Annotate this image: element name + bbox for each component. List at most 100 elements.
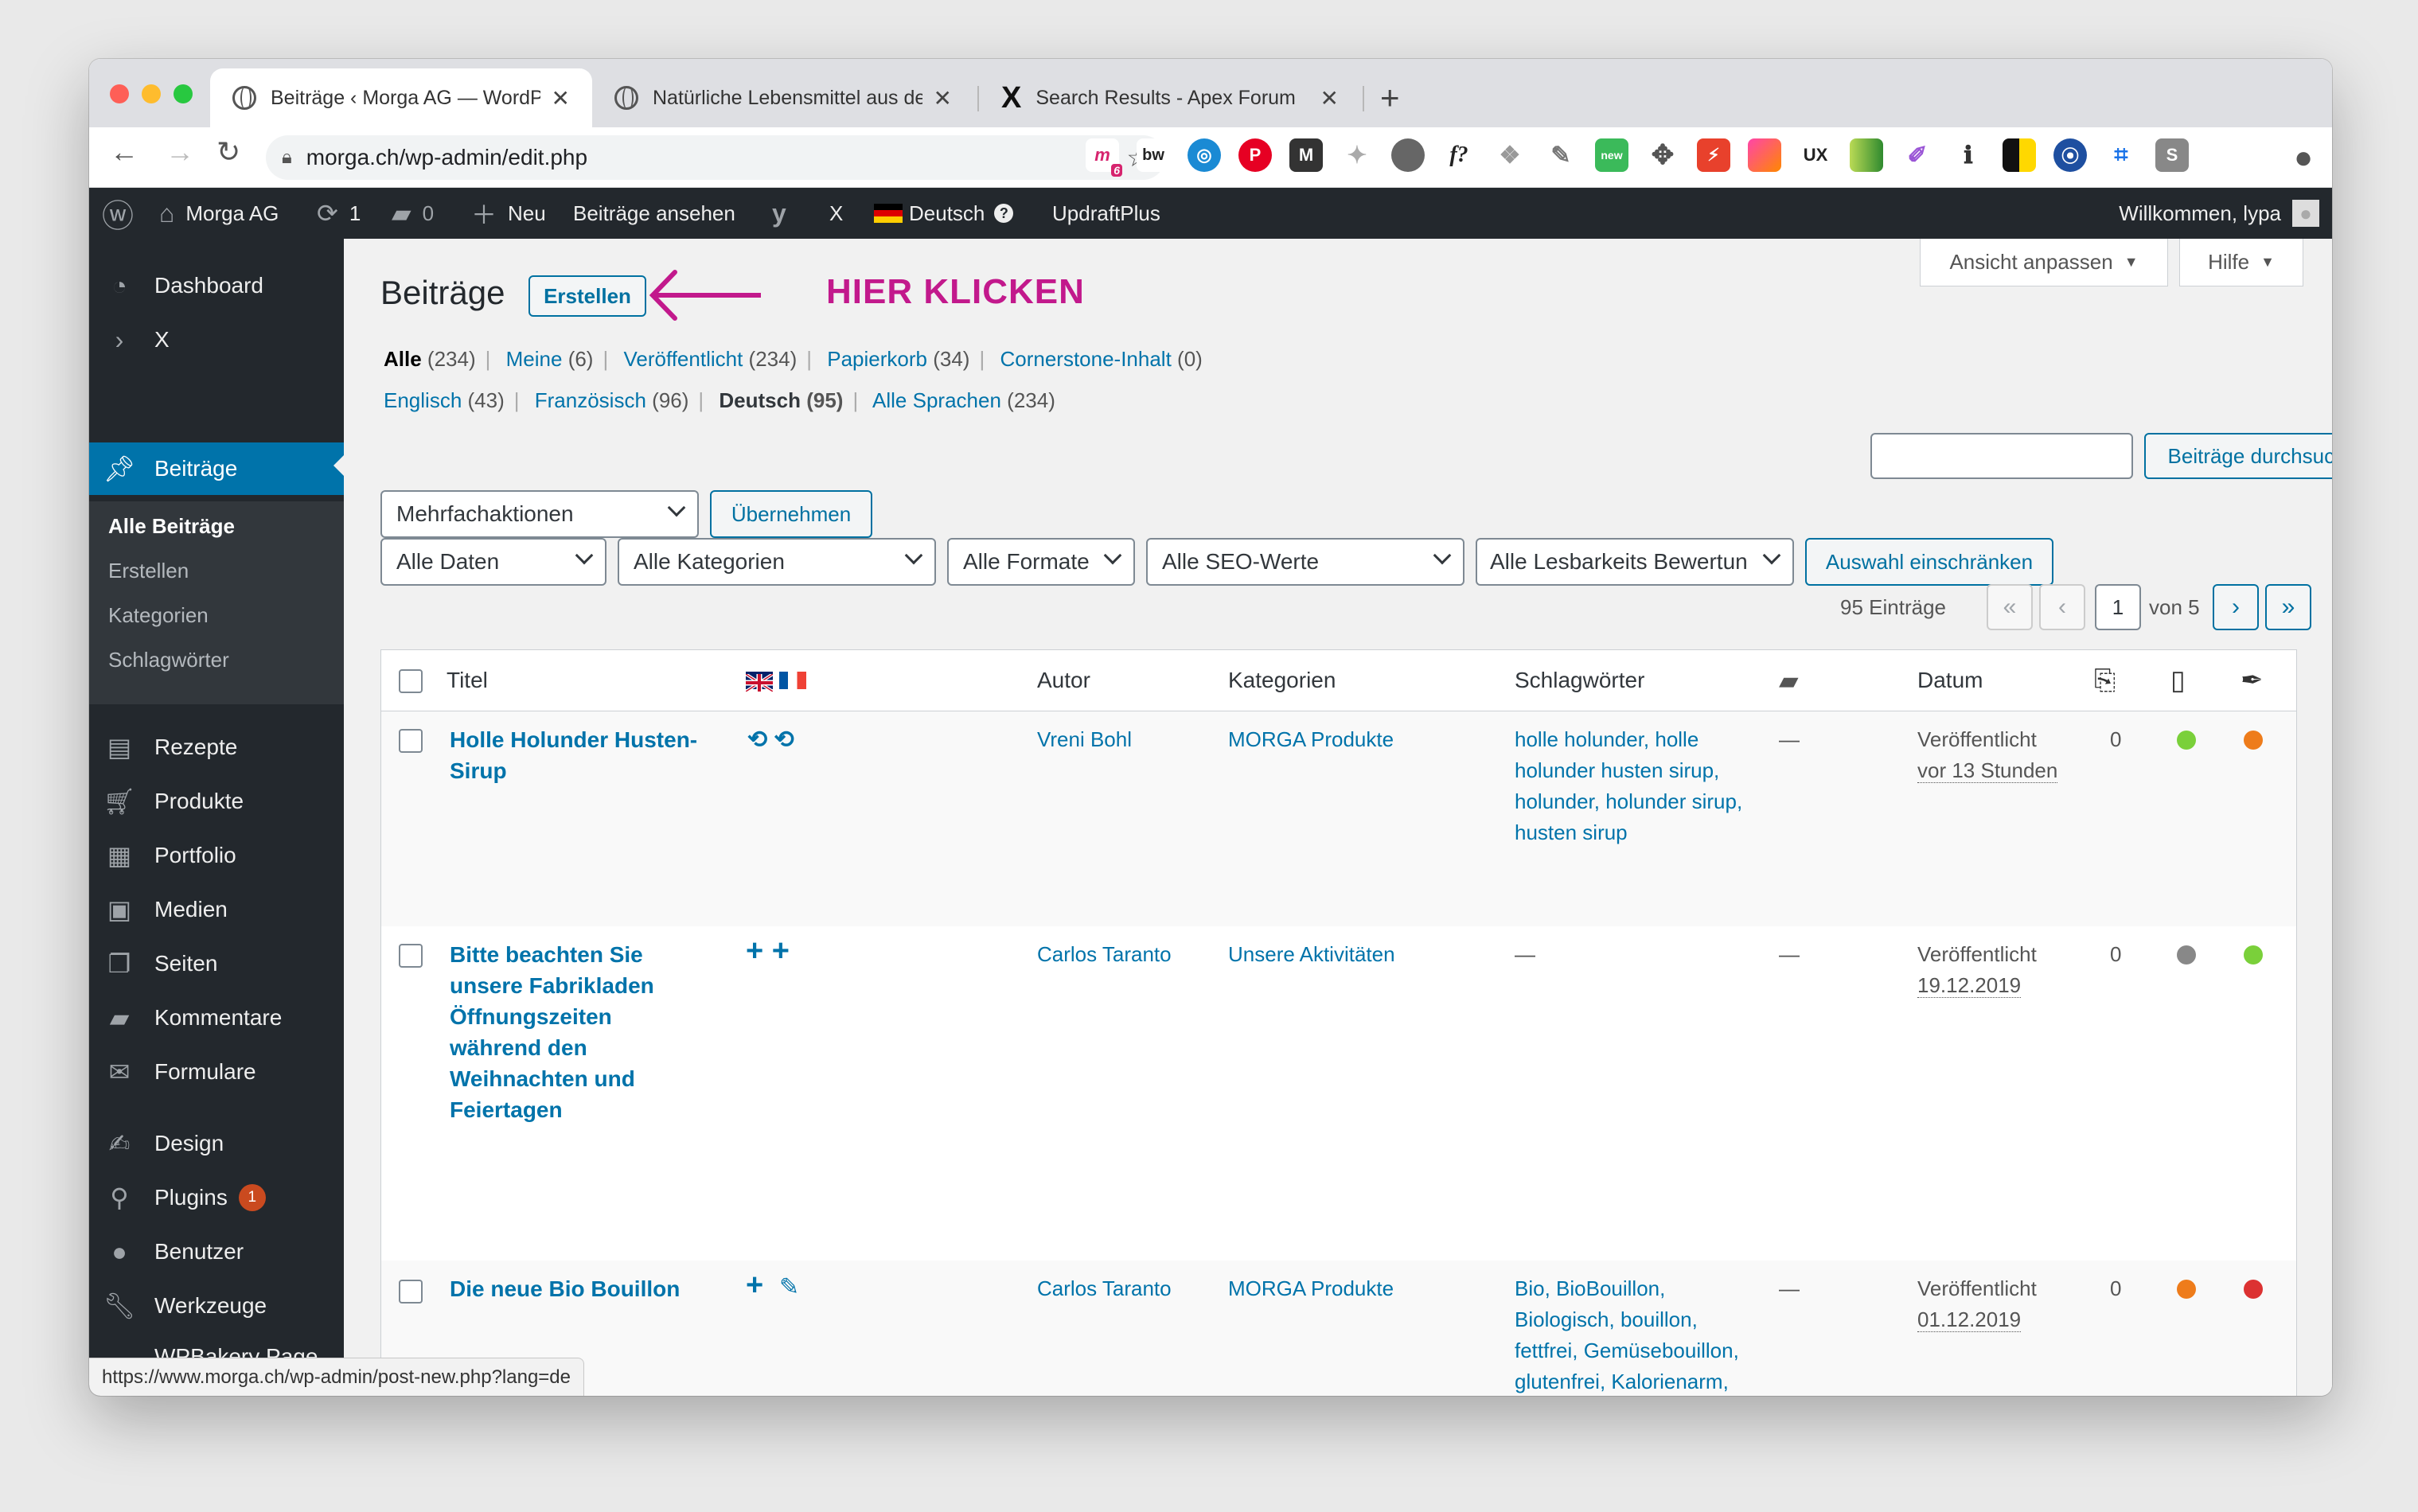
post-author[interactable]: Carlos Taranto bbox=[1037, 939, 1172, 970]
filter-english[interactable]: Englisch bbox=[384, 388, 462, 412]
m6-extension-icon[interactable]: m6 bbox=[1086, 138, 1122, 177]
filter-german[interactable]: Deutsch bbox=[719, 388, 801, 412]
column-title[interactable]: Titel bbox=[447, 650, 488, 711]
post-tags[interactable]: Bio, BioBouillon, Biologisch, bouillon, … bbox=[1515, 1273, 1761, 1396]
filter-french[interactable]: Französisch bbox=[535, 388, 646, 412]
sidebar-item-x[interactable]: › X bbox=[89, 317, 344, 363]
close-window-button[interactable] bbox=[110, 84, 129, 103]
sidebar-item-kommentare[interactable]: ▰ Kommentare bbox=[89, 995, 344, 1041]
admin-bar-updates[interactable]: ⟳ 1 bbox=[317, 188, 361, 239]
post-author[interactable]: Vreni Bohl bbox=[1037, 724, 1132, 755]
blue-circle2-extension-icon[interactable]: ⦿ bbox=[2053, 138, 2087, 172]
sidebar-item-dashboard[interactable]: ◔ Dashboard bbox=[89, 263, 344, 309]
filter-trash[interactable]: Papierkorb bbox=[827, 347, 927, 371]
sidebar-item-design[interactable]: ✍︎ Design bbox=[89, 1120, 344, 1167]
sidebar-item-werkzeuge[interactable]: 🔧︎ Werkzeuge bbox=[89, 1283, 344, 1329]
plus-icon[interactable]: + bbox=[746, 1270, 763, 1301]
yoast-icon[interactable]: y bbox=[772, 188, 798, 239]
eyedropper-icon[interactable]: ✎ bbox=[1544, 138, 1578, 172]
row-checkbox[interactable] bbox=[399, 1280, 423, 1304]
sidebar-item-beitraege[interactable]: 📌︎ Beiträge bbox=[89, 442, 344, 495]
tab-apex-forum[interactable]: X Search Results - Apex Forum ✕ bbox=[979, 68, 1361, 127]
s-extension-icon[interactable]: S bbox=[2155, 138, 2189, 172]
minimize-window-button[interactable] bbox=[142, 84, 161, 103]
wordpress-logo-icon[interactable]: ⓦ bbox=[102, 188, 145, 239]
fonts-extension-icon[interactable]: f? bbox=[1442, 138, 1476, 172]
ux-extension-icon[interactable]: UX bbox=[1799, 138, 1832, 172]
admin-bar-language[interactable]: Deutsch ? bbox=[874, 188, 1014, 239]
post-category[interactable]: Unsere Aktivitäten bbox=[1228, 939, 1395, 970]
date-filter-select[interactable]: Alle Daten bbox=[380, 538, 606, 586]
sync-icon[interactable]: ⟲ ⟲ bbox=[747, 724, 794, 755]
prev-page-button[interactable]: ‹ bbox=[2039, 584, 2085, 630]
admin-bar-view-posts[interactable]: Beiträge ansehen bbox=[573, 188, 735, 239]
sidebar-item-plugins[interactable]: ⚲ Plugins 1 bbox=[89, 1175, 344, 1221]
filter-published[interactable]: Veröffentlicht bbox=[623, 347, 743, 371]
sidebar-item-produkte[interactable]: 🛒︎ Produkte bbox=[89, 778, 344, 824]
readability-filter-select[interactable]: Alle Lesbarkeits Bewertun bbox=[1476, 538, 1794, 586]
add-new-post-button[interactable]: Erstellen bbox=[528, 275, 646, 317]
dropbox-icon[interactable]: ❖ bbox=[1493, 138, 1527, 172]
current-page-input[interactable]: 1 bbox=[2095, 584, 2141, 630]
plus-icon[interactable]: + + bbox=[746, 936, 790, 967]
post-category[interactable]: MORGA Produkte bbox=[1228, 1273, 1394, 1304]
sidebar-item-rezepte[interactable]: ▤ Rezepte bbox=[89, 724, 344, 770]
screen-options-button[interactable]: Ansicht anpassen ▼ bbox=[1920, 239, 2168, 286]
next-page-button[interactable]: › bbox=[2213, 584, 2259, 630]
admin-bar-account[interactable]: Willkommen, lypa ● bbox=[2119, 188, 2319, 239]
admin-bar-new[interactable]: ＋ Neu bbox=[471, 188, 546, 239]
filter-all[interactable]: Alle bbox=[384, 347, 422, 371]
tab-beitraege[interactable]: Beiträge ‹ Morga AG — WordPress ✕ bbox=[210, 68, 592, 127]
filter-cornerstone[interactable]: Cornerstone-Inhalt bbox=[1000, 347, 1171, 371]
admin-bar-x[interactable]: X bbox=[829, 188, 843, 239]
select-all-checkbox[interactable] bbox=[399, 669, 423, 693]
gradient-extension-icon[interactable] bbox=[1748, 138, 1781, 172]
info-extension-icon[interactable]: ℹ︎ bbox=[1952, 138, 1985, 172]
filter-mine[interactable]: Meine bbox=[506, 347, 563, 371]
pinterest-icon[interactable]: P bbox=[1238, 138, 1272, 172]
submenu-add-new[interactable]: Erstellen bbox=[108, 559, 189, 583]
move-icon[interactable]: ✥ bbox=[1646, 138, 1679, 172]
submenu-tags[interactable]: Schlagwörter bbox=[108, 648, 229, 672]
pen-extension-icon[interactable]: ✐ bbox=[1901, 138, 1934, 172]
post-category[interactable]: MORGA Produkte bbox=[1228, 724, 1394, 755]
first-page-button[interactable]: « bbox=[1987, 584, 2033, 630]
sidebar-item-portfolio[interactable]: ▦ Portfolio bbox=[89, 832, 344, 879]
post-title-link[interactable]: Holle Holunder Husten-Sirup bbox=[450, 724, 720, 786]
help-button[interactable]: Hilfe ▼ bbox=[2179, 239, 2303, 286]
black-yellow-extension-icon[interactable] bbox=[2003, 138, 2036, 172]
admin-bar-comments[interactable]: ▰ 0 bbox=[392, 188, 434, 239]
grey-circle-extension-icon[interactable] bbox=[1391, 138, 1425, 172]
apply-bulk-button[interactable]: Übernehmen bbox=[710, 490, 872, 538]
row-checkbox[interactable] bbox=[399, 729, 423, 753]
tab-lebensmittel[interactable]: Natürliche Lebensmittel aus der ✕ bbox=[592, 68, 974, 127]
blue-circle-extension-icon[interactable]: ◎ bbox=[1188, 138, 1221, 172]
submenu-all-posts[interactable]: Alle Beiträge bbox=[108, 514, 235, 539]
sidebar-item-formulare[interactable]: ✉︎ Formulare bbox=[89, 1049, 344, 1095]
pencil-icon[interactable]: ✎ bbox=[779, 1272, 799, 1303]
profile-icon[interactable]: ● bbox=[2294, 140, 2313, 176]
maximize-window-button[interactable] bbox=[174, 84, 193, 103]
frame-extension-icon[interactable]: ⌗ bbox=[2104, 138, 2138, 172]
admin-bar-updraftplus[interactable]: UpdraftPlus bbox=[1052, 188, 1160, 239]
sidebar-item-benutzer[interactable]: ● Benutzer bbox=[89, 1229, 344, 1275]
reload-icon[interactable]: ↻ bbox=[216, 135, 240, 169]
category-filter-select[interactable]: Alle Kategorien bbox=[618, 538, 936, 586]
close-tab-icon[interactable]: ✕ bbox=[552, 85, 570, 111]
comments-column-icon[interactable]: ▰ bbox=[1779, 650, 1799, 711]
sidebar-item-medien[interactable]: ▣ Medien bbox=[89, 887, 344, 933]
red-bolt-extension-icon[interactable]: ⚡︎ bbox=[1697, 138, 1730, 172]
puzzle-extension-icon[interactable]: ✦ bbox=[1340, 138, 1374, 172]
m-square-extension-icon[interactable]: M bbox=[1289, 138, 1323, 172]
format-filter-select[interactable]: Alle Formate bbox=[947, 538, 1135, 586]
post-author[interactable]: Carlos Taranto bbox=[1037, 1273, 1172, 1304]
row-checkbox[interactable] bbox=[399, 944, 423, 968]
back-icon[interactable]: ← bbox=[110, 135, 138, 169]
search-input[interactable] bbox=[1870, 433, 2133, 479]
new-extension-icon[interactable]: new bbox=[1595, 138, 1628, 172]
close-tab-icon[interactable]: ✕ bbox=[1320, 85, 1339, 111]
highlighter-extension-icon[interactable] bbox=[1850, 138, 1883, 172]
bw-extension-icon[interactable]: bw bbox=[1137, 138, 1170, 172]
forward-icon[interactable]: → bbox=[166, 135, 194, 169]
admin-bar-site[interactable]: ⌂ Morga AG bbox=[159, 188, 279, 239]
